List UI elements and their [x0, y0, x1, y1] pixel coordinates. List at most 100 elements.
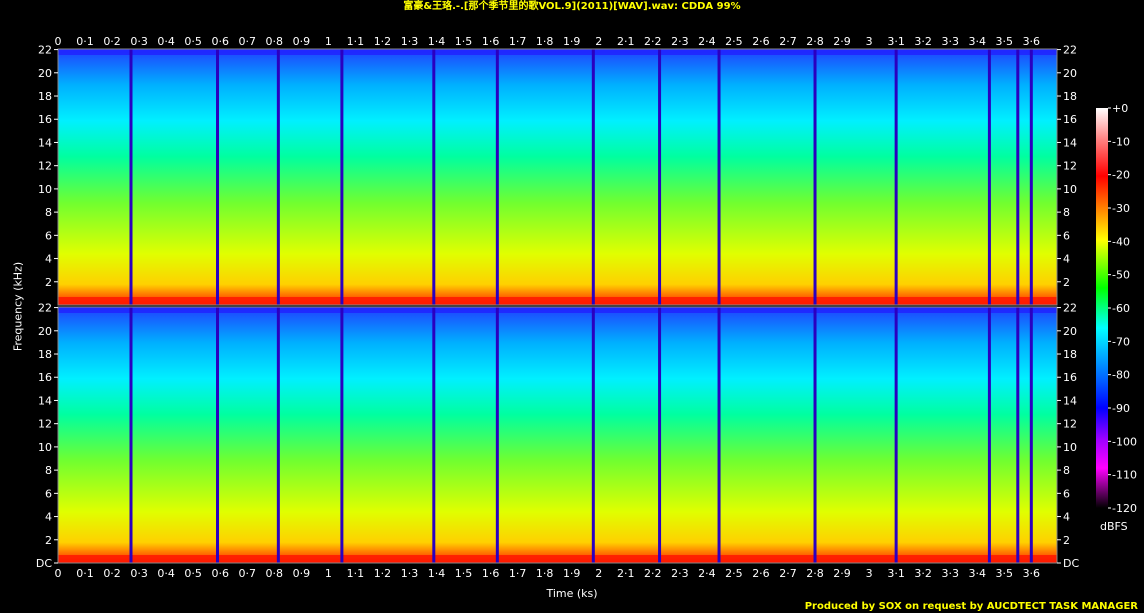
- low-frequency-band: [58, 555, 1057, 563]
- track-boundary: [987, 49, 991, 305]
- y-tick-label: 16: [38, 113, 52, 126]
- x-tick-label: 2·3: [671, 35, 689, 48]
- x-tick-label: 1·6: [482, 567, 500, 580]
- x-tick-label: 1·1: [347, 35, 365, 48]
- x-tick-label: 0·7: [239, 567, 257, 580]
- high-frequency-band: [58, 49, 1057, 55]
- spectrogram-chart: 2 24 46 68 810 1012 1214 1416 1618 1820 2022 22DC DC…: [36, 35, 1137, 580]
- y-tick-label: 18: [1063, 348, 1077, 361]
- footer-credit: Produced by SOX on request by AUCDTECT T…: [804, 601, 1138, 612]
- x-tick-label: 3·2: [914, 567, 932, 580]
- x-tick-label: 0·7: [239, 35, 257, 48]
- y-tick-label: 6: [45, 487, 52, 500]
- x-tick-label: 0·4: [157, 567, 175, 580]
- low-frequency-band: [58, 297, 1057, 305]
- track-boundary: [1029, 307, 1033, 563]
- y-tick-label: 12: [38, 160, 52, 173]
- x-tick-label: 1·6: [482, 35, 500, 48]
- track-boundary: [894, 49, 898, 305]
- y-tick-label: 14: [38, 394, 52, 407]
- track-boundary: [495, 307, 499, 563]
- y-tick-label: 10: [1063, 441, 1077, 454]
- colorbar-tick-label: -40: [1112, 235, 1130, 248]
- channel-2-panel: [57, 306, 1058, 564]
- y-tick-label: 14: [1063, 394, 1077, 407]
- x-tick-label: 2·5: [725, 35, 743, 48]
- track-boundary: [276, 49, 280, 305]
- colorbar-tick-label: -30: [1112, 202, 1130, 215]
- x-tick-label: 2·9: [833, 567, 851, 580]
- track-boundary: [591, 307, 595, 563]
- x-tick-label: 1·3: [401, 35, 419, 48]
- y-tick-label: 14: [38, 136, 52, 149]
- x-tick-label: 3·3: [941, 35, 959, 48]
- colorbar-tick-label: -20: [1112, 169, 1130, 182]
- x-tick-label: 0·2: [103, 35, 121, 48]
- x-tick-label: 3·4: [968, 35, 986, 48]
- track-boundary: [340, 49, 344, 305]
- x-tick-label: 1·2: [374, 567, 392, 580]
- y-tick-label: 18: [38, 90, 52, 103]
- x-tick-label: 2·9: [833, 35, 851, 48]
- x-tick-label: 1·9: [563, 35, 581, 48]
- colorbar-tick-label: -80: [1112, 369, 1130, 382]
- x-tick-label: 3·2: [914, 35, 932, 48]
- y-tick-label: DC: [36, 557, 52, 570]
- track-boundary: [813, 307, 817, 563]
- x-tick-label: 2·3: [671, 567, 689, 580]
- y-tick-label: 6: [1063, 487, 1070, 500]
- track-boundary: [813, 49, 817, 305]
- y-axis-label: Frequency (kHz): [11, 261, 25, 352]
- x-tick-label: 2·2: [644, 35, 662, 48]
- track-boundary: [894, 307, 898, 563]
- x-tick-label: 1: [325, 35, 332, 48]
- x-tick-label: 3·3: [941, 567, 959, 580]
- colorbar: [1096, 108, 1108, 508]
- colorbar-unit-label: dBFS: [1100, 520, 1128, 533]
- x-tick-label: 2·4: [698, 35, 716, 48]
- x-tick-label: 2·4: [698, 567, 716, 580]
- x-tick-label: 0·1: [76, 35, 94, 48]
- x-tick-label: 3·6: [1023, 567, 1041, 580]
- y-tick-label: 10: [1063, 183, 1077, 196]
- x-tick-label: 0·2: [103, 567, 121, 580]
- colorbar-tick-label: -10: [1112, 135, 1130, 148]
- track-boundary: [717, 49, 721, 305]
- high-frequency-band: [58, 307, 1057, 313]
- x-tick-label: 1·3: [401, 567, 419, 580]
- x-tick-label: 2·2: [644, 567, 662, 580]
- x-tick-label: 3·1: [887, 567, 905, 580]
- x-tick-label: 2·8: [806, 567, 824, 580]
- x-tick-label: 0: [55, 567, 62, 580]
- y-tick-label: 4: [45, 253, 52, 266]
- y-tick-label: 8: [45, 464, 52, 477]
- x-tick-label: 2·1: [617, 567, 635, 580]
- track-boundary: [987, 307, 991, 563]
- y-tick-label: 8: [1063, 464, 1070, 477]
- y-tick-label: 22: [38, 44, 52, 57]
- y-tick-label: 22: [1063, 44, 1077, 57]
- y-tick-label: 18: [38, 348, 52, 361]
- colorbar-tick-label: -120: [1112, 502, 1137, 515]
- y-tick-label: 12: [38, 418, 52, 431]
- y-tick-label: 2: [1063, 276, 1070, 289]
- x-tick-label: 3·5: [996, 567, 1014, 580]
- y-tick-label: 2: [45, 534, 52, 547]
- x-tick-label: 3: [866, 567, 873, 580]
- y-tick-label: 22: [38, 302, 52, 315]
- x-tick-label: 0·9: [293, 567, 311, 580]
- y-tick-label: 4: [1063, 511, 1070, 524]
- x-tick-label: 1·1: [347, 567, 365, 580]
- y-tick-label: 4: [1063, 253, 1070, 266]
- track-boundary: [591, 49, 595, 305]
- y-tick-label: 20: [38, 325, 52, 338]
- y-tick-label: 10: [38, 183, 52, 196]
- x-tick-label: 0·8: [266, 567, 284, 580]
- y-tick-label: 2: [1063, 534, 1070, 547]
- x-tick-label: 2·8: [806, 35, 824, 48]
- x-tick-label: 0: [55, 35, 62, 48]
- y-tick-label: 20: [1063, 325, 1077, 338]
- y-tick-label: 10: [38, 441, 52, 454]
- x-tick-label: 1·7: [509, 567, 527, 580]
- track-boundary: [276, 307, 280, 563]
